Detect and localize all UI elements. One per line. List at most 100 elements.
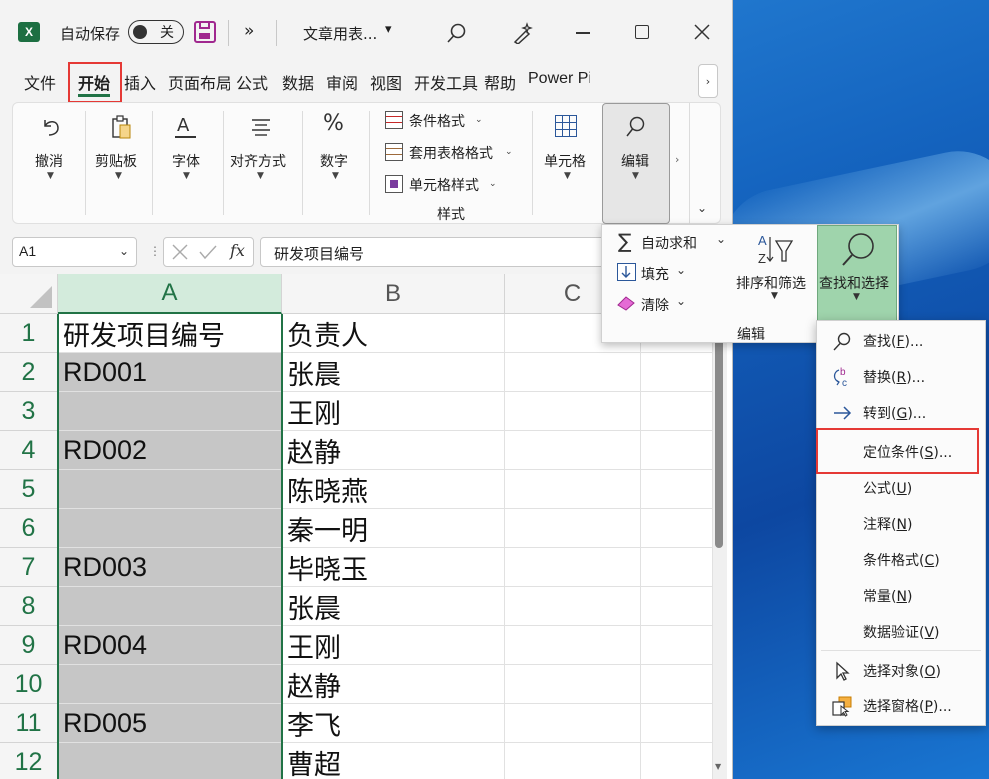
chevron-down-icon[interactable]: ▼ xyxy=(47,171,54,181)
menu-item[interactable]: b c 替换(R)... xyxy=(817,359,985,395)
chevron-down-icon[interactable]: ⌄ xyxy=(505,147,513,157)
cell-b[interactable]: 王刚 xyxy=(282,392,505,431)
row-header[interactable]: 2 xyxy=(0,353,58,392)
tab-view[interactable]: 视图 xyxy=(370,70,402,94)
menu-item[interactable]: 选择窗格(P)... xyxy=(817,688,985,724)
chevron-down-icon[interactable]: ▼ xyxy=(115,171,122,181)
row-header[interactable]: 10 xyxy=(0,665,58,704)
tab-developer[interactable]: 开发工具 xyxy=(414,70,478,94)
cell-c[interactable] xyxy=(505,743,641,779)
cell-b[interactable]: 陈晓燕 xyxy=(282,470,505,509)
fill-button[interactable]: 填充 xyxy=(641,264,669,284)
tab-file[interactable]: 文件 xyxy=(24,70,56,94)
search-icon[interactable] xyxy=(446,22,468,44)
alignment-button[interactable]: 对齐方式 xyxy=(230,151,286,171)
tabs-scroll-right-button[interactable]: › xyxy=(698,64,718,98)
menu-item[interactable]: 查找(F)... xyxy=(817,323,985,359)
cell-d[interactable] xyxy=(641,509,713,548)
menu-item[interactable]: 选择对象(O) xyxy=(817,653,985,689)
ribbon-scroll-right[interactable]: › xyxy=(675,153,679,166)
close-icon[interactable] xyxy=(694,24,710,40)
designer-wand-icon[interactable] xyxy=(512,22,534,45)
cell-b[interactable]: 赵静 xyxy=(282,665,505,704)
cell-d[interactable] xyxy=(641,470,713,509)
cell-c[interactable] xyxy=(505,470,641,509)
menu-item[interactable]: 数据验证(V) xyxy=(817,614,985,650)
cell-d[interactable] xyxy=(641,431,713,470)
chevron-down-icon[interactable]: ▼ xyxy=(332,171,339,181)
cell-b[interactable]: 张晨 xyxy=(282,587,505,626)
document-title[interactable]: 文章用表... xyxy=(303,23,377,44)
cell-b[interactable]: 负责人 xyxy=(282,314,505,353)
cancel-formula-icon[interactable] xyxy=(172,244,188,260)
chevron-down-icon[interactable]: ⌄ xyxy=(716,232,726,246)
row-header[interactable]: 7 xyxy=(0,548,58,587)
cell-c[interactable] xyxy=(505,392,641,431)
menu-item[interactable]: 注释(N) xyxy=(817,506,985,542)
tab-power-pivot[interactable]: Power Pivot xyxy=(528,70,590,88)
cell-c[interactable] xyxy=(505,626,641,665)
tab-review[interactable]: 审阅 xyxy=(326,70,358,94)
cell-c[interactable] xyxy=(505,509,641,548)
menu-item[interactable]: 转到(G)... xyxy=(817,395,985,431)
clipboard-button[interactable]: 剪贴板 xyxy=(95,151,137,171)
chevron-down-icon[interactable]: ▼ xyxy=(771,291,778,301)
row-header[interactable]: 9 xyxy=(0,626,58,665)
worksheet-grid[interactable]: A B C 1 研发项目编号 负责人 2 RD001 张晨 3 王刚 4 RD002 赵静 5 陈晓燕 6… xyxy=(0,274,732,779)
tab-help[interactable]: 帮助 xyxy=(484,70,516,94)
excel-logo-icon[interactable]: X xyxy=(18,22,40,42)
row-header[interactable]: 11 xyxy=(0,704,58,743)
chevron-down-icon[interactable]: ▼ xyxy=(257,171,264,181)
tab-formulas[interactable]: 公式 xyxy=(236,70,268,94)
chevron-down-icon[interactable]: ⌄ xyxy=(475,115,483,125)
save-icon[interactable] xyxy=(194,21,216,43)
row-header[interactable]: 8 xyxy=(0,587,58,626)
row-header[interactable]: 5 xyxy=(0,470,58,509)
tab-insert[interactable]: 插入 xyxy=(124,70,156,94)
cell-b[interactable]: 曹超 xyxy=(282,743,505,779)
cell-d[interactable] xyxy=(641,353,713,392)
chevron-down-icon[interactable]: ⌄ xyxy=(676,294,686,308)
minimize-icon[interactable] xyxy=(576,32,590,34)
cell-style-button[interactable]: 单元格样式 xyxy=(409,175,479,195)
cell-d[interactable] xyxy=(641,392,713,431)
cell-b[interactable]: 李飞 xyxy=(282,704,505,743)
scrollbar-thumb[interactable] xyxy=(715,326,723,548)
cell-c[interactable] xyxy=(505,548,641,587)
scroll-down-arrow[interactable]: ▼ xyxy=(715,762,721,771)
cell-c[interactable] xyxy=(505,587,641,626)
cell-d[interactable] xyxy=(641,548,713,587)
cell-b[interactable]: 张晨 xyxy=(282,353,505,392)
clear-button[interactable]: 清除 xyxy=(641,295,669,315)
autosave-toggle[interactable]: 关 xyxy=(128,20,184,44)
conditional-format-button[interactable]: 条件格式 xyxy=(409,111,465,131)
sort-filter-button[interactable]: 排序和筛选 xyxy=(736,273,806,293)
tab-page-layout[interactable]: 页面布局 xyxy=(168,70,230,94)
chevron-down-icon[interactable]: ▼ xyxy=(183,171,190,181)
undo-button[interactable]: 撤消 xyxy=(35,151,63,171)
cell-d[interactable] xyxy=(641,704,713,743)
chevron-down-icon[interactable]: ⌄ xyxy=(676,263,686,277)
enter-formula-icon[interactable] xyxy=(199,244,217,260)
tab-data[interactable]: 数据 xyxy=(282,70,314,94)
find-select-button[interactable]: 查找和选择 ▼ xyxy=(817,225,897,322)
cell-c[interactable] xyxy=(505,665,641,704)
row-header[interactable]: 12 xyxy=(0,743,58,779)
row-header[interactable]: 1 xyxy=(0,314,58,353)
row-header[interactable]: 6 xyxy=(0,509,58,548)
cell-b[interactable]: 秦一明 xyxy=(282,509,505,548)
table-format-button[interactable]: 套用表格格式 xyxy=(409,143,493,163)
cell-c[interactable] xyxy=(505,704,641,743)
cell-d[interactable] xyxy=(641,626,713,665)
chevron-down-icon[interactable]: ⌄ xyxy=(119,244,129,258)
cell-c[interactable] xyxy=(505,353,641,392)
more-commands-button[interactable]: » xyxy=(244,21,254,41)
maximize-icon[interactable] xyxy=(635,25,649,39)
cell-b[interactable]: 赵静 xyxy=(282,431,505,470)
cells-button[interactable]: 单元格 xyxy=(544,151,586,171)
select-all-corner[interactable] xyxy=(0,274,58,314)
collapse-ribbon-chevron-icon[interactable]: ⌄ xyxy=(697,201,707,215)
font-button[interactable]: 字体 xyxy=(172,151,200,171)
cell-c[interactable] xyxy=(505,431,641,470)
cell-d[interactable] xyxy=(641,743,713,779)
